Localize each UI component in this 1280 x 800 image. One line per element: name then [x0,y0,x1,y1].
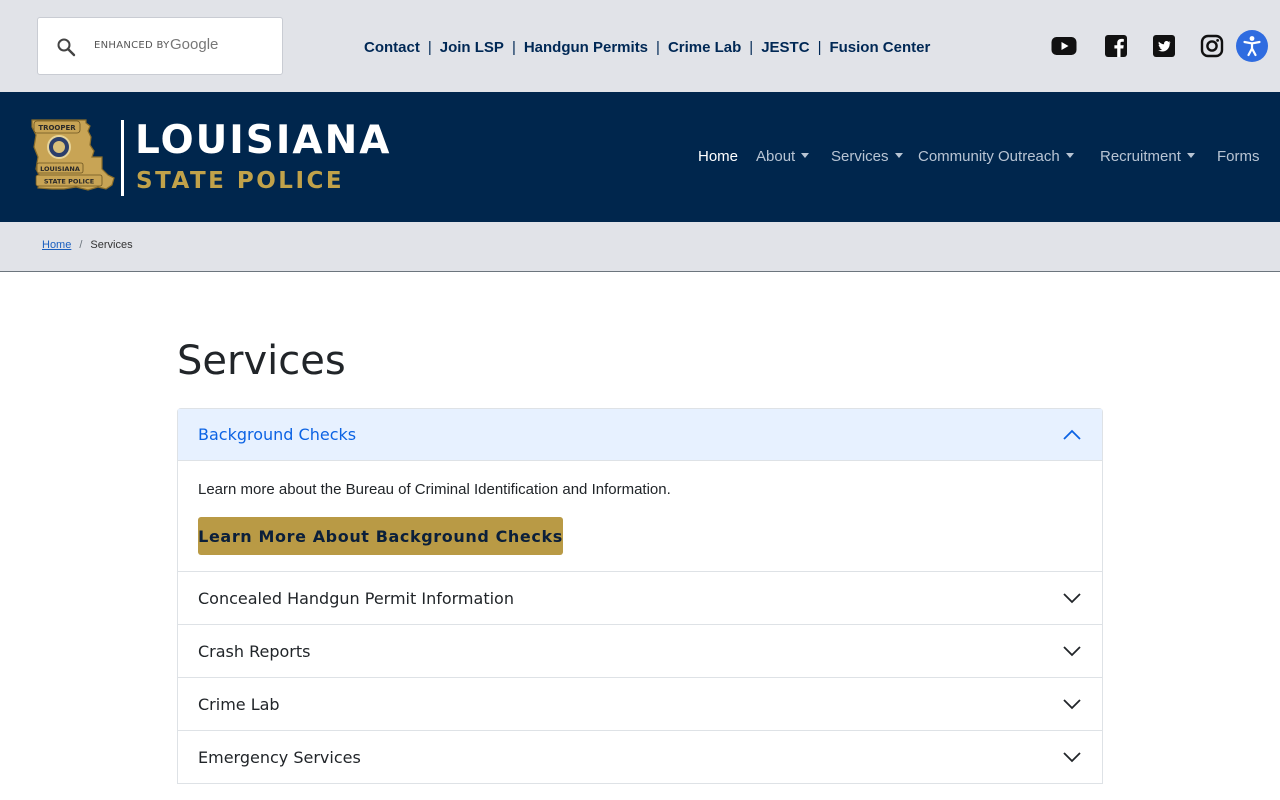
learn-more-background-checks-button[interactable]: Learn More About Background Checks [198,517,563,555]
nav-about-label: About [756,148,796,165]
accessibility-button[interactable] [1236,30,1268,62]
badge-mid-text: LOUISIANA [40,165,80,173]
util-separator: | [427,38,432,56]
accessibility-icon [1243,36,1261,57]
nav-community-outreach[interactable]: Community Outreach [918,148,1074,168]
nav-about[interactable]: About [756,148,810,168]
logo-wordmark-state-police[interactable]: STATE POLICE [136,166,344,196]
facebook-icon[interactable] [1103,34,1129,58]
accordion-title: Emergency Services [198,747,361,767]
breadcrumb-current: Services [90,239,133,251]
util-separator: | [511,38,516,56]
util-separator: | [749,38,754,56]
accordion-header-background-checks[interactable]: Background Checks [178,409,1102,461]
accordion-title: Concealed Handgun Permit Information [198,588,514,608]
caret-down-icon [801,153,810,158]
chevron-down-icon [1063,699,1081,710]
logo-wordmark-louisiana[interactable]: LOUISIANA [135,118,391,164]
util-link-contact[interactable]: Contact [364,39,420,56]
chevron-down-icon [1063,752,1081,763]
nav-home-label: Home [698,148,739,165]
accordion-header-emergency-services[interactable]: Emergency Services [178,731,1102,784]
instagram-icon[interactable] [1199,34,1225,58]
services-accordion: Background Checks Learn more about the B… [177,408,1103,784]
chevron-up-icon [1063,429,1081,440]
util-link-handgun-permits[interactable]: Handgun Permits [524,39,648,56]
util-link-join-lsp[interactable]: Join LSP [440,39,504,56]
breadcrumb-home-link[interactable]: Home [42,239,71,251]
breadcrumb-bar: Home / Services [0,222,1280,272]
util-link-jestc[interactable]: JESTC [761,39,809,56]
youtube-icon[interactable] [1051,34,1077,58]
caret-down-icon [1065,153,1074,158]
util-separator: | [656,38,660,56]
badge-top-text: TROOPER [38,124,76,132]
breadcrumb: Home / Services [42,239,133,251]
util-link-fusion-center[interactable]: Fusion Center [829,39,930,56]
logo-divider [121,120,124,196]
site-search[interactable]: ENHANCED BY Google [37,17,283,75]
badge-bottom-text: STATE POLICE [44,178,94,186]
accordion-title: Background Checks [198,425,357,444]
nav-community-label: Community Outreach [918,148,1060,165]
nav-forms[interactable]: Forms [1217,148,1260,168]
nav-services[interactable]: Services [831,148,903,168]
accordion-header-crime-lab[interactable]: Crime Lab [178,678,1102,731]
caret-down-icon [1186,153,1195,158]
util-separator: | [817,38,822,56]
accordion-body-background-checks: Learn more about the Bureau of Criminal … [178,461,1102,572]
utility-bar: ENHANCED BY Google Contact | Join LSP | … [0,0,1280,92]
twitter-icon[interactable] [1151,34,1177,58]
nav-home[interactable]: Home [698,148,738,168]
main-header: TROOPER LOUISIANA STATE POLICE LOUISIANA… [0,92,1280,222]
accordion-title: Crime Lab [198,694,280,714]
nav-recruitment[interactable]: Recruitment [1100,148,1195,168]
accordion-body-text: Learn more about the Bureau of Criminal … [198,481,671,498]
utility-links: Contact | Join LSP | Handgun Permits | C… [364,36,930,58]
breadcrumb-separator: / [79,239,83,251]
nav-services-label: Services [831,148,889,165]
accordion-header-concealed-handgun[interactable]: Concealed Handgun Permit Information [178,572,1102,625]
accordion-header-crash-reports[interactable]: Crash Reports [178,625,1102,678]
search-input[interactable] [38,18,282,74]
chevron-down-icon [1063,593,1081,604]
util-link-crime-lab[interactable]: Crime Lab [668,39,741,56]
nav-recruitment-label: Recruitment [1100,148,1181,165]
chevron-down-icon [1063,646,1081,657]
nav-forms-label: Forms [1217,148,1260,165]
accordion-title: Crash Reports [198,641,311,661]
caret-down-icon [894,153,903,158]
page-title: Services [177,338,346,384]
state-police-badge-logo[interactable]: TROOPER LOUISIANA STATE POLICE [28,117,116,192]
